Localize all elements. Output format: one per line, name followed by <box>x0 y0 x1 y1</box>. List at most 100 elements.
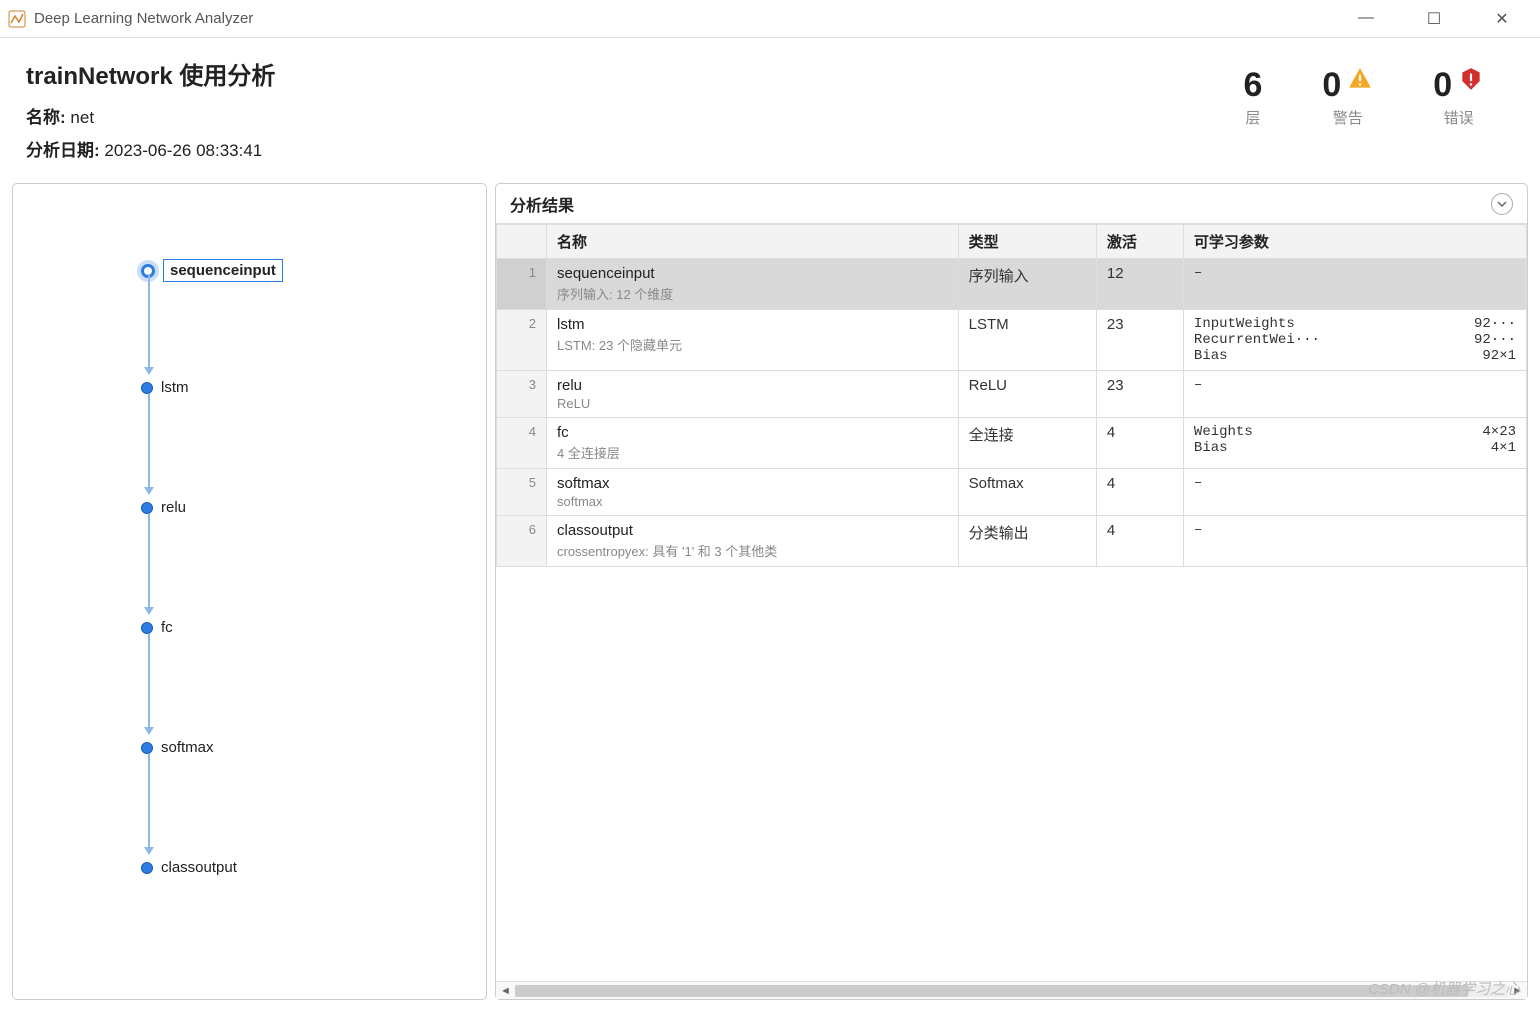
graph-panel: sequenceinputlstmrelufcsoftmaxclassoutpu… <box>12 183 487 1000</box>
expand-button[interactable] <box>1491 193 1513 215</box>
row-sub: 4 全连接层 <box>557 443 948 462</box>
param-name: Bias <box>1194 440 1479 456</box>
row-name-cell: softmax softmax <box>547 469 959 516</box>
date-label: 分析日期: <box>26 141 100 160</box>
row-index: 2 <box>497 310 547 371</box>
param-dash: – <box>1194 522 1202 538</box>
results-table: 名称 类型 激活 可学习参数 1sequenceinput序列输入: 12 个维… <box>496 224 1527 567</box>
row-name-cell: lstm LSTM: 23 个隐藏单元 <box>547 310 959 371</box>
results-table-wrap: 名称 类型 激活 可学习参数 1sequenceinput序列输入: 12 个维… <box>496 224 1527 981</box>
graph-node-softmax[interactable]: softmax <box>141 739 214 756</box>
stat-warnings: 0 警告 <box>1322 66 1373 128</box>
row-name: classoutput <box>557 522 948 539</box>
meta-date: 分析日期: 2023-06-26 08:33:41 <box>26 136 1243 161</box>
node-label: classoutput <box>161 859 237 876</box>
header: trainNetwork 使用分析 名称: net 分析日期: 2023-06-… <box>0 38 1540 183</box>
row-learnable: Weights4×23Bias4×1 <box>1183 418 1526 469</box>
row-activations: 4 <box>1096 516 1183 567</box>
stat-errors: 0 错误 <box>1433 66 1484 128</box>
param-dash: – <box>1194 475 1202 491</box>
table-row[interactable]: 2lstmLSTM: 23 个隐藏单元LSTM23InputWeights92·… <box>497 310 1527 371</box>
table-row[interactable]: 1sequenceinput序列输入: 12 个维度序列输入12– <box>497 259 1527 310</box>
page-title: trainNetwork 使用分析 <box>26 56 1243 91</box>
row-index: 3 <box>497 371 547 418</box>
scroll-left-icon[interactable]: ◄ <box>500 985 511 997</box>
network-graph[interactable]: sequenceinputlstmrelufcsoftmaxclassoutpu… <box>33 204 466 979</box>
body: sequenceinput lstm relu fc softmax classoutpu… <box>0 183 1540 1012</box>
param-value: 4×23 <box>1470 424 1516 440</box>
col-activations[interactable]: 激活 <box>1096 225 1183 259</box>
window-title: Deep Learning Network Analyzer <box>34 10 253 27</box>
graph-node-sequenceinput[interactable]: sequenceinput <box>141 259 283 282</box>
meta-name: 名称: net <box>26 103 1243 128</box>
name-value: net <box>70 108 94 127</box>
col-name[interactable]: 名称 <box>547 225 959 259</box>
param-dash: – <box>1194 377 1202 393</box>
node-dot-icon <box>141 742 153 754</box>
stat-errors-label: 错误 <box>1433 107 1484 128</box>
warning-icon <box>1347 66 1373 95</box>
scroll-track[interactable] <box>515 985 1508 997</box>
row-sub: crossentropyex: 具有 '1' 和 3 个其他类 <box>557 541 948 560</box>
param-row: Bias92×1 <box>1194 348 1516 364</box>
results-panel: 分析结果 名称 类型 激活 可学习参数 1sequenceinput序列输入: … <box>495 183 1528 1000</box>
node-dot-icon <box>141 382 153 394</box>
close-button[interactable]: ✕ <box>1482 9 1522 29</box>
row-name: softmax <box>557 475 948 492</box>
param-value: 4×1 <box>1479 440 1516 456</box>
stat-errors-value: 0 <box>1433 66 1452 105</box>
row-activations: 12 <box>1096 259 1183 310</box>
row-sub: softmax <box>557 494 948 509</box>
graph-edge <box>148 514 150 614</box>
date-value: 2023-06-26 08:33:41 <box>104 141 262 160</box>
row-type: LSTM <box>958 310 1096 371</box>
param-value: 92··· <box>1462 316 1516 332</box>
stat-warnings-label: 警告 <box>1322 107 1373 128</box>
window-controls: — ☐ ✕ <box>1346 9 1532 29</box>
row-learnable: – <box>1183 259 1526 310</box>
row-index: 5 <box>497 469 547 516</box>
row-index: 4 <box>497 418 547 469</box>
col-learnable[interactable]: 可学习参数 <box>1183 225 1526 259</box>
graph-node-classoutput[interactable]: classoutput <box>141 859 237 876</box>
table-row[interactable]: 6 classoutput crossentropyex: 具有 '1' 和 3 个… <box>497 516 1527 567</box>
row-learnable: – <box>1183 371 1526 418</box>
row-name-cell: fc 4 全连接层 <box>547 418 959 469</box>
minimize-button[interactable]: — <box>1346 9 1386 29</box>
row-index: 1 <box>497 259 547 310</box>
header-left: trainNetwork 使用分析 名称: net 分析日期: 2023-06-… <box>26 56 1243 169</box>
table-row[interactable]: 4fc4 全连接层全连接4Weights4×23Bias4×1 <box>497 418 1527 469</box>
stat-layers: 6 层 <box>1243 66 1262 128</box>
error-icon <box>1458 66 1484 95</box>
graph-edge <box>148 394 150 494</box>
row-name-cell: reluReLU <box>547 371 959 418</box>
col-type[interactable]: 类型 <box>958 225 1096 259</box>
row-type: ReLU <box>958 371 1096 418</box>
stat-layers-value: 6 <box>1243 66 1262 105</box>
watermark: CSDN @机器学习之心 <box>1368 978 1520 999</box>
param-value: 92··· <box>1462 332 1516 348</box>
node-label: sequenceinput <box>163 259 283 282</box>
header-stats: 6 层 0 警告 0 错误 <box>1243 56 1514 128</box>
row-index: 6 <box>497 516 547 567</box>
node-dot-icon <box>141 502 153 514</box>
row-name: lstm <box>557 316 948 333</box>
node-dot-icon <box>141 862 153 874</box>
name-label: 名称: <box>26 108 66 127</box>
row-activations: 23 <box>1096 371 1183 418</box>
row-learnable: InputWeights92···RecurrentWei···92···Bia… <box>1183 310 1526 371</box>
row-name: relu <box>557 377 948 394</box>
node-label: softmax <box>161 739 214 756</box>
table-row[interactable]: 3reluReLUReLU23– <box>497 371 1527 418</box>
param-name: Weights <box>1194 424 1470 440</box>
row-sub: LSTM: 23 个隐藏单元 <box>557 335 948 354</box>
node-label: lstm <box>161 379 189 396</box>
scroll-thumb[interactable] <box>515 985 1468 997</box>
table-row[interactable]: 5softmaxsoftmaxSoftmax4– <box>497 469 1527 516</box>
maximize-button[interactable]: ☐ <box>1414 9 1454 29</box>
param-name: RecurrentWei··· <box>1194 332 1462 348</box>
graph-node-fc[interactable]: fc <box>141 619 173 636</box>
row-type: Softmax <box>958 469 1096 516</box>
stat-layers-label: 层 <box>1243 107 1262 128</box>
row-name: fc <box>557 424 948 441</box>
